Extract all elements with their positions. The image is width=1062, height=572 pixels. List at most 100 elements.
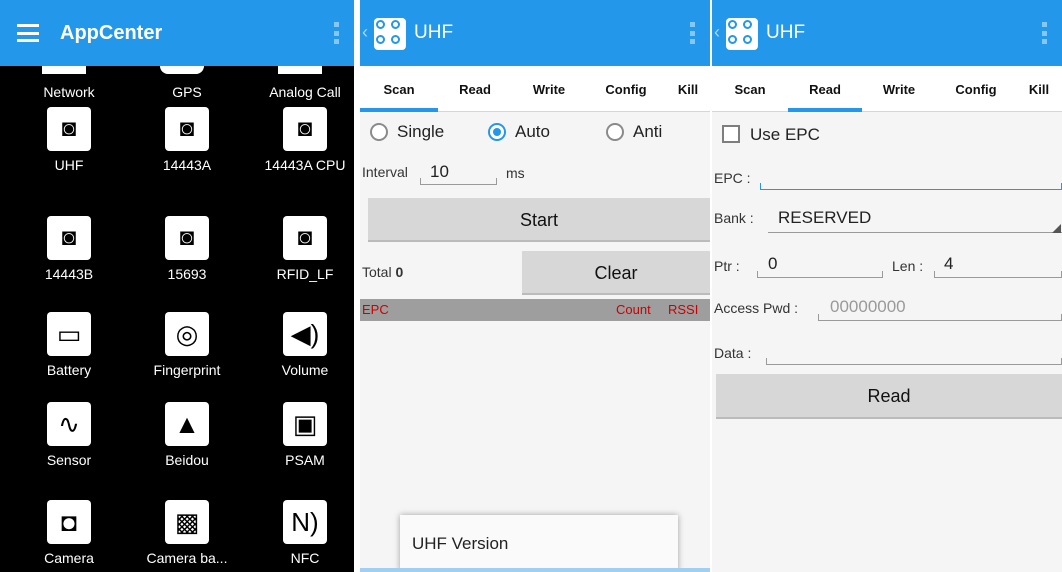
app-label: Volume: [281, 362, 329, 378]
app-14443b[interactable]: ◙ 14443B: [10, 216, 128, 282]
total-label: Total 0: [362, 264, 404, 280]
app-label: 15693: [167, 266, 207, 282]
app-label: GPS: [172, 84, 202, 100]
mode-single-label: Single: [397, 122, 445, 141]
start-button[interactable]: Start: [368, 198, 710, 242]
interval-unit: ms: [506, 165, 525, 181]
app-nfc[interactable]: N) NFC: [246, 500, 354, 566]
app-rfid-lf[interactable]: ◙ RFID_LF: [246, 216, 354, 282]
tab-bar: Scan Read Write Config Kill: [712, 66, 1062, 112]
app-label: Sensor: [46, 452, 92, 468]
data-input[interactable]: [766, 358, 1062, 365]
network-icon: [42, 66, 86, 74]
app-camera-ba[interactable]: ▩ Camera ba...: [128, 500, 246, 566]
tab-kill[interactable]: Kill: [666, 66, 710, 112]
app-label: Network: [43, 84, 95, 100]
tab-scan[interactable]: Scan: [712, 66, 788, 112]
bank-underline: [768, 232, 1062, 233]
app-fingerprint[interactable]: ◎ Fingerprint: [128, 312, 246, 378]
app-label: Analog Call: [269, 84, 341, 100]
rfid-tag-icon: ◙: [47, 216, 91, 260]
app-14443a-cpu[interactable]: ◙ 14443A CPU: [246, 107, 354, 173]
back-chevron-icon[interactable]: ‹: [362, 22, 368, 43]
app-camera[interactable]: ◘ Camera: [10, 500, 128, 566]
app-15693[interactable]: ◙ 15693: [128, 216, 246, 282]
bank-select[interactable]: RESERVED: [778, 208, 871, 228]
tab-write[interactable]: Write: [512, 66, 586, 112]
tab-write[interactable]: Write: [862, 66, 936, 112]
rfid-tag-icon: ◙: [283, 216, 327, 260]
tab-read[interactable]: Read: [438, 66, 512, 112]
interval-label: Interval: [362, 164, 408, 180]
app-gps[interactable]: GPS: [128, 84, 246, 100]
tab-kill[interactable]: Kill: [1016, 66, 1062, 112]
uhf-title: UHF: [766, 22, 806, 43]
rssi-column-header: RSSI: [668, 302, 699, 317]
mode-anti-radio[interactable]: Anti: [606, 122, 662, 142]
use-epc-checkbox[interactable]: [722, 125, 740, 143]
app-label: UHF: [54, 157, 84, 173]
app-sensor[interactable]: ∿ Sensor: [10, 402, 128, 468]
uhf-read-action-bar: ‹ UHF: [712, 0, 1062, 66]
battery-icon: ▭: [47, 312, 91, 356]
clear-button[interactable]: Clear: [522, 251, 710, 295]
mode-anti-label: Anti: [633, 122, 663, 141]
app-network[interactable]: Network: [10, 84, 128, 100]
uhf-logo-icon: [726, 18, 758, 50]
mode-single-radio[interactable]: Single: [370, 122, 444, 142]
overflow-menu-icon[interactable]: [334, 22, 340, 44]
tab-config[interactable]: Config: [586, 66, 666, 112]
tab-scan[interactable]: Scan: [360, 66, 438, 112]
app-label: PSAM: [285, 452, 325, 468]
dropdown-arrow-icon[interactable]: [1052, 224, 1061, 233]
ptr-label: Ptr :: [714, 258, 740, 274]
app-beidou[interactable]: ▲ Beidou: [128, 402, 246, 468]
bottom-edge: [360, 568, 710, 572]
mode-auto-label: Auto: [515, 122, 550, 141]
uhf-logo-icon: [374, 18, 406, 50]
app-label: 14443A CPU: [264, 157, 346, 173]
appcenter-action-bar: AppCenter: [0, 0, 354, 66]
app-volume[interactable]: ◀) Volume: [246, 312, 354, 378]
access-pwd-underline: [818, 314, 1062, 321]
results-header: EPC Count RSSI: [360, 299, 710, 321]
len-label: Len :: [892, 258, 924, 274]
overflow-menu-icon[interactable]: [690, 22, 696, 44]
menu-icon[interactable]: [17, 24, 39, 42]
app-uhf[interactable]: ◙ UHF: [10, 107, 128, 173]
uhf-version-menu-item[interactable]: UHF Version: [400, 515, 678, 572]
app-label: Beidou: [165, 452, 209, 468]
sim-card-icon: ▣: [283, 402, 327, 446]
epc-input[interactable]: [760, 183, 1062, 190]
appcenter-screen: AppCenter Network GPS Analog Call ◙ UHF ◙ 1444…: [0, 0, 354, 572]
app-battery[interactable]: ▭ Battery: [10, 312, 128, 378]
app-14443a[interactable]: ◙ 14443A: [128, 107, 246, 173]
uhf-scan-screen: ‹ UHF Scan Read Write Config Kill Single Aut…: [360, 0, 710, 572]
app-label: Fingerprint: [153, 362, 221, 378]
mode-auto-radio[interactable]: Auto: [488, 122, 550, 142]
read-button[interactable]: Read: [716, 374, 1062, 419]
camera-icon: ◘: [47, 500, 91, 544]
overflow-menu-icon[interactable]: [1042, 22, 1048, 44]
interval-underline: [420, 178, 497, 185]
volume-icon: ◀): [283, 312, 327, 356]
rfid-tag-icon: ◙: [283, 107, 327, 151]
tab-read[interactable]: Read: [788, 66, 862, 112]
epc-column-header: EPC: [362, 302, 389, 317]
len-underline: [934, 271, 1062, 278]
rfid-tag-icon: ◙: [165, 216, 209, 260]
app-label: RFID_LF: [276, 266, 334, 282]
app-analog-call[interactable]: Analog Call: [246, 84, 354, 100]
ptr-underline: [757, 271, 883, 278]
total-count: 0: [395, 264, 404, 280]
app-label: NFC: [290, 550, 320, 566]
bank-label: Bank :: [714, 210, 754, 226]
phone-icon: [278, 66, 322, 74]
navigation-arrow-icon: ▲: [165, 402, 209, 446]
appcenter-title: AppCenter: [60, 22, 163, 44]
fingerprint-icon: ◎: [165, 312, 209, 356]
rfid-tag-icon: ◙: [47, 107, 91, 151]
app-psam[interactable]: ▣ PSAM: [246, 402, 354, 468]
tab-config[interactable]: Config: [936, 66, 1016, 112]
back-chevron-icon[interactable]: ‹: [714, 22, 720, 43]
